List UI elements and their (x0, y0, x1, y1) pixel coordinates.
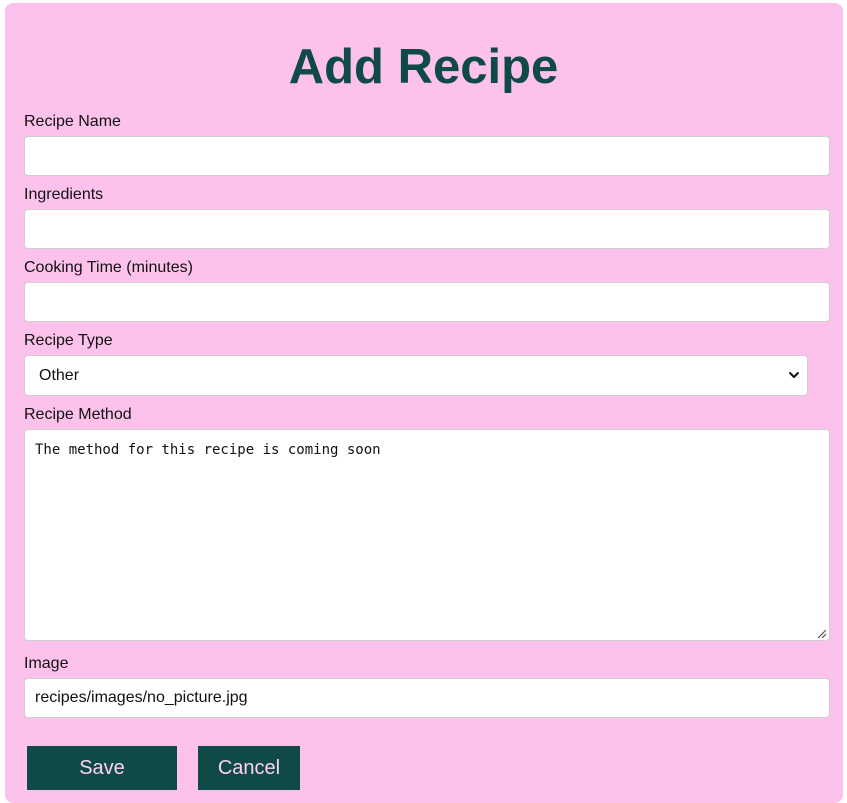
cooking-time-input[interactable] (24, 282, 830, 322)
image-label: Image (24, 655, 69, 672)
page-title: Add Recipe (288, 40, 559, 94)
recipe-name-input[interactable] (24, 136, 830, 176)
recipe-method-textarea[interactable]: The method for this recipe is coming soo… (24, 429, 830, 641)
resize-grip-icon[interactable] (815, 627, 827, 639)
save-button[interactable]: Save (27, 746, 177, 790)
ingredients-input[interactable] (24, 209, 830, 249)
recipe-method-label: Recipe Method (24, 406, 132, 423)
ingredients-label: Ingredients (24, 186, 104, 203)
recipe-type-label: Recipe Type (24, 332, 113, 349)
recipe-name-label: Recipe Name (24, 113, 121, 130)
chevron-down-icon (789, 372, 799, 378)
recipe-type-select[interactable]: Other (24, 355, 808, 396)
cancel-button[interactable]: Cancel (198, 746, 300, 790)
image-path-input[interactable] (24, 678, 830, 718)
cooking-time-label: Cooking Time (minutes) (24, 259, 193, 276)
recipe-type-selected-value: Other (39, 367, 80, 384)
